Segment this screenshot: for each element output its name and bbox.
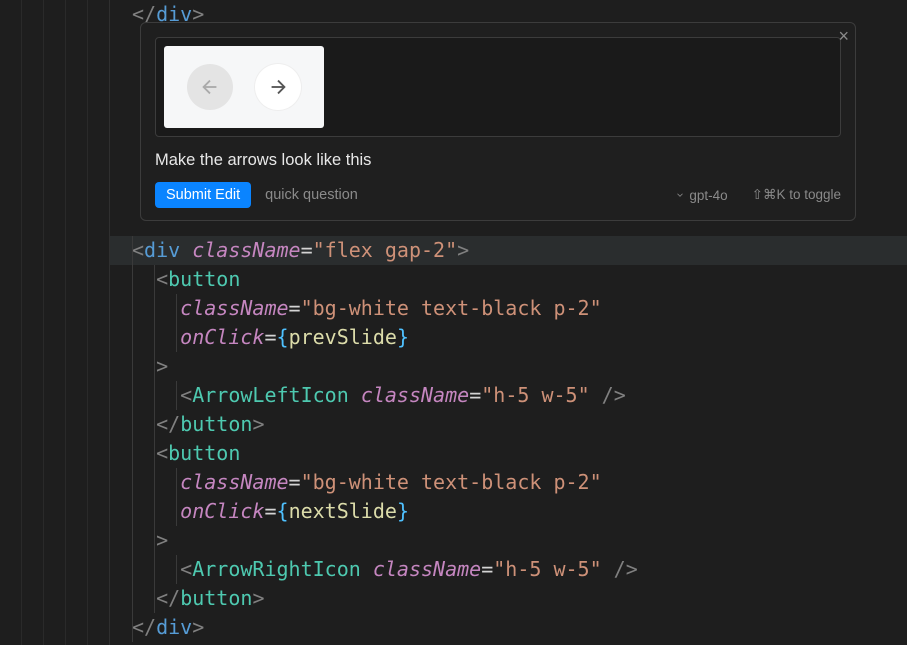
token-punct: <: [180, 383, 192, 407]
token-ident: prevSlide: [289, 325, 397, 349]
token-op: =: [301, 238, 313, 262]
token-comp: ArrowLeftIcon: [192, 383, 349, 407]
token-comp: button: [168, 267, 240, 291]
token-op: =: [481, 557, 493, 581]
token-brace: }: [397, 499, 409, 523]
chevron-down-icon: [675, 190, 685, 200]
code-line[interactable]: </div>: [110, 613, 907, 642]
token-punct: </: [156, 412, 180, 436]
token-punct: >: [156, 354, 168, 378]
token-punct: [349, 383, 361, 407]
inline-chat-panel: × Make the arrows look like this Submit …: [140, 22, 856, 221]
token-punct: <: [180, 557, 192, 581]
token-str: "bg-white text-black p-2": [301, 470, 602, 494]
token-punct: <: [132, 238, 144, 262]
shortcut-hint: ⇧⌘K to toggle: [752, 187, 841, 203]
token-op: =: [289, 470, 301, 494]
arrow-left-icon: [187, 64, 233, 110]
token-punct: </: [156, 586, 180, 610]
token-attr: onClick: [180, 499, 264, 523]
code-line[interactable]: >: [110, 526, 907, 555]
code-line[interactable]: onClick={prevSlide}: [110, 323, 907, 352]
token-attr: className: [180, 296, 288, 320]
arrow-right-icon: [255, 64, 301, 110]
token-tagEl: div: [144, 238, 180, 262]
attachment-preview[interactable]: [155, 37, 841, 137]
token-punct: >: [252, 586, 264, 610]
token-op: =: [264, 499, 276, 523]
token-op: =: [264, 325, 276, 349]
code-block[interactable]: <div className="flex gap-2"> <button cla…: [110, 236, 907, 642]
chat-prompt-text[interactable]: Make the arrows look like this: [141, 137, 855, 178]
fold-gutter: [0, 0, 110, 645]
token-attr: className: [373, 557, 481, 581]
token-op: =: [289, 296, 301, 320]
model-name: gpt-4o: [689, 188, 727, 203]
token-ident: nextSlide: [289, 499, 397, 523]
token-punct: >: [457, 238, 469, 262]
token-str: "flex gap-2": [313, 238, 458, 262]
quick-question-button[interactable]: quick question: [265, 187, 358, 203]
code-line[interactable]: >: [110, 352, 907, 381]
token-punct: [361, 557, 373, 581]
token-punct: >: [156, 528, 168, 552]
token-comp: button: [180, 586, 252, 610]
token-attr: onClick: [180, 325, 264, 349]
code-line[interactable]: className="bg-white text-black p-2": [110, 468, 907, 497]
token-punct: <: [156, 441, 168, 465]
token-comp: ArrowRightIcon: [192, 557, 361, 581]
code-editor[interactable]: </div> × Make the arrows look like this …: [0, 0, 907, 645]
token-punct: <: [156, 267, 168, 291]
code-line[interactable]: </button>: [110, 584, 907, 613]
code-line[interactable]: className="bg-white text-black p-2": [110, 294, 907, 323]
token-punct: />: [602, 557, 638, 581]
token-str: "bg-white text-black p-2": [301, 296, 602, 320]
token-comp: button: [180, 412, 252, 436]
close-icon[interactable]: ×: [838, 27, 849, 45]
token-op: =: [469, 383, 481, 407]
model-selector[interactable]: gpt-4o: [675, 188, 727, 203]
token-str: "h-5 w-5": [481, 383, 589, 407]
code-line[interactable]: <ArrowLeftIcon className="h-5 w-5" />: [110, 381, 907, 410]
attachment-thumbnail: [164, 46, 324, 128]
code-line[interactable]: <button: [110, 439, 907, 468]
token-punct: </: [132, 615, 156, 639]
token-str: "h-5 w-5": [493, 557, 601, 581]
code-line[interactable]: onClick={nextSlide}: [110, 497, 907, 526]
chat-action-row: Submit Edit quick question gpt-4o ⇧⌘K to…: [141, 178, 855, 220]
token-attr: className: [192, 238, 300, 262]
token-punct: >: [252, 412, 264, 436]
code-line[interactable]: <button: [110, 265, 907, 294]
token-punct: >: [192, 615, 204, 639]
token-brace: }: [397, 325, 409, 349]
code-line[interactable]: <ArrowRightIcon className="h-5 w-5" />: [110, 555, 907, 584]
token-tagEl: div: [156, 615, 192, 639]
submit-edit-button[interactable]: Submit Edit: [155, 182, 251, 208]
token-punct: />: [590, 383, 626, 407]
code-line[interactable]: <div className="flex gap-2">: [110, 236, 907, 265]
token-brace: {: [277, 499, 289, 523]
token-attr: className: [361, 383, 469, 407]
token-brace: {: [277, 325, 289, 349]
token-comp: button: [168, 441, 240, 465]
token-punct: [180, 238, 192, 262]
code-line[interactable]: </button>: [110, 410, 907, 439]
token-attr: className: [180, 470, 288, 494]
